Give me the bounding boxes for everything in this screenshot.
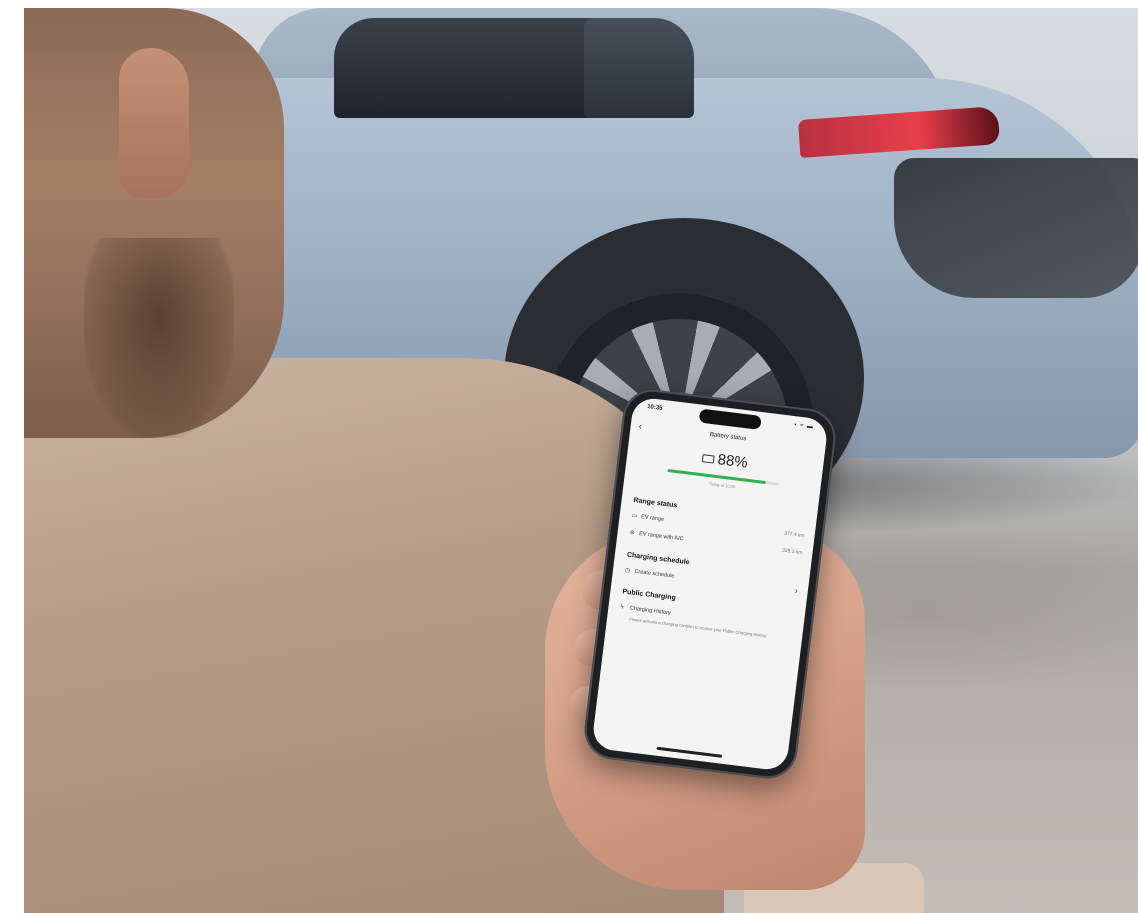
signal-wifi-battery-icon: ▪ ≈ ▬ bbox=[793, 422, 815, 431]
page-title: Battery status bbox=[709, 431, 747, 443]
public-charging-heading: Public Charging bbox=[621, 588, 677, 602]
battery-percent: 88% bbox=[716, 451, 749, 472]
ev-ac-value: 328.3 km bbox=[781, 547, 803, 557]
ac-icon: ⊛ bbox=[629, 529, 635, 537]
clock-icon: ◷ bbox=[624, 567, 631, 575]
person-beard bbox=[84, 238, 234, 438]
range-status-heading: Range status bbox=[633, 497, 678, 510]
battery-icon bbox=[702, 453, 716, 464]
phone-screen: 10:35 ▪ ≈ ▬ ‹ Battery status 88% Today a… bbox=[591, 396, 829, 772]
ev-ac-label: EV range with A/C bbox=[638, 531, 684, 543]
charging-schedule-heading: Charging schedule bbox=[626, 551, 690, 567]
ev-range-value: 377.4 km bbox=[783, 530, 805, 540]
home-indicator[interactable] bbox=[656, 746, 723, 758]
car-rear-bumper bbox=[894, 158, 1138, 298]
create-schedule-label: Create schedule bbox=[634, 568, 675, 580]
status-time: 10:35 bbox=[646, 404, 663, 412]
battery-outline-icon: ▭ bbox=[631, 512, 638, 520]
chevron-right-icon: › bbox=[794, 585, 799, 596]
chevron-left-icon[interactable]: ‹ bbox=[638, 421, 643, 432]
ev-range-label: EV range bbox=[640, 514, 665, 523]
charging-history-label: Charging History bbox=[629, 605, 671, 617]
smartphone: 10:35 ▪ ≈ ▬ ‹ Battery status 88% Today a… bbox=[581, 386, 839, 782]
person-ear bbox=[119, 48, 189, 198]
car-rear-window bbox=[584, 18, 694, 118]
charging-plug-icon: ϟ bbox=[620, 604, 625, 611]
